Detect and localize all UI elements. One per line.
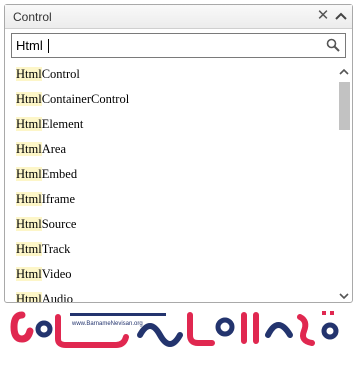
list-item[interactable]: HtmlIframe [6,187,336,212]
results-list: HtmlControl HtmlContainerControl HtmlEleme… [6,62,336,302]
scroll-down-icon[interactable] [336,288,352,304]
search-icon[interactable] [326,38,340,52]
combobox-header[interactable]: Control ✕ [5,5,352,29]
match-highlight: Html [16,217,42,231]
combobox[interactable]: Control ✕ HtmlControlHtmlContainerContro… [4,4,353,303]
list-item[interactable]: HtmlContainerControl [6,87,336,112]
item-label: Area [41,142,66,156]
match-highlight: Html [16,67,42,81]
list-item[interactable]: HtmlElement [6,112,336,137]
match-highlight: Html [16,142,42,156]
item-label: ContainerControl [41,92,130,106]
item-label: Embed [41,167,78,181]
match-highlight: Html [16,92,42,106]
search-box[interactable] [11,33,346,58]
list-item[interactable]: HtmlVideo [6,262,336,287]
close-icon[interactable]: ✕ [316,7,330,25]
match-highlight: Html [16,292,42,302]
text-caret [48,39,49,53]
item-label: Video [41,267,72,281]
list-item[interactable]: HtmlTrack [6,237,336,262]
match-highlight: Html [16,167,42,181]
item-label: Audio [41,292,73,302]
list-item[interactable]: HtmlSource [6,212,336,237]
match-highlight: Html [16,242,42,256]
site-logo: www.BarnameNevisan.org [0,305,359,361]
item-label: Iframe [41,192,76,206]
chevron-up-icon[interactable] [334,7,348,25]
item-label: Track [41,242,71,256]
scroll-up-icon[interactable] [336,64,352,80]
match-highlight: Html [16,267,42,281]
list-item[interactable]: HtmlArea [6,137,336,162]
logo-url: www.BarnameNevisan.org [71,321,143,327]
selected-value: Control [13,10,52,24]
list-item[interactable]: HtmlControl [6,62,336,87]
item-label: Control [41,67,80,81]
scroll-thumb[interactable] [339,82,350,130]
item-label: Source [41,217,77,231]
list-item[interactable]: HtmlEmbed [6,162,336,187]
scrollbar[interactable] [336,62,352,302]
match-highlight: Html [16,117,42,131]
item-label: Element [41,117,84,131]
match-highlight: Html [16,192,42,206]
list-item[interactable]: HtmlAudio [6,287,336,302]
search-input[interactable] [16,36,316,55]
